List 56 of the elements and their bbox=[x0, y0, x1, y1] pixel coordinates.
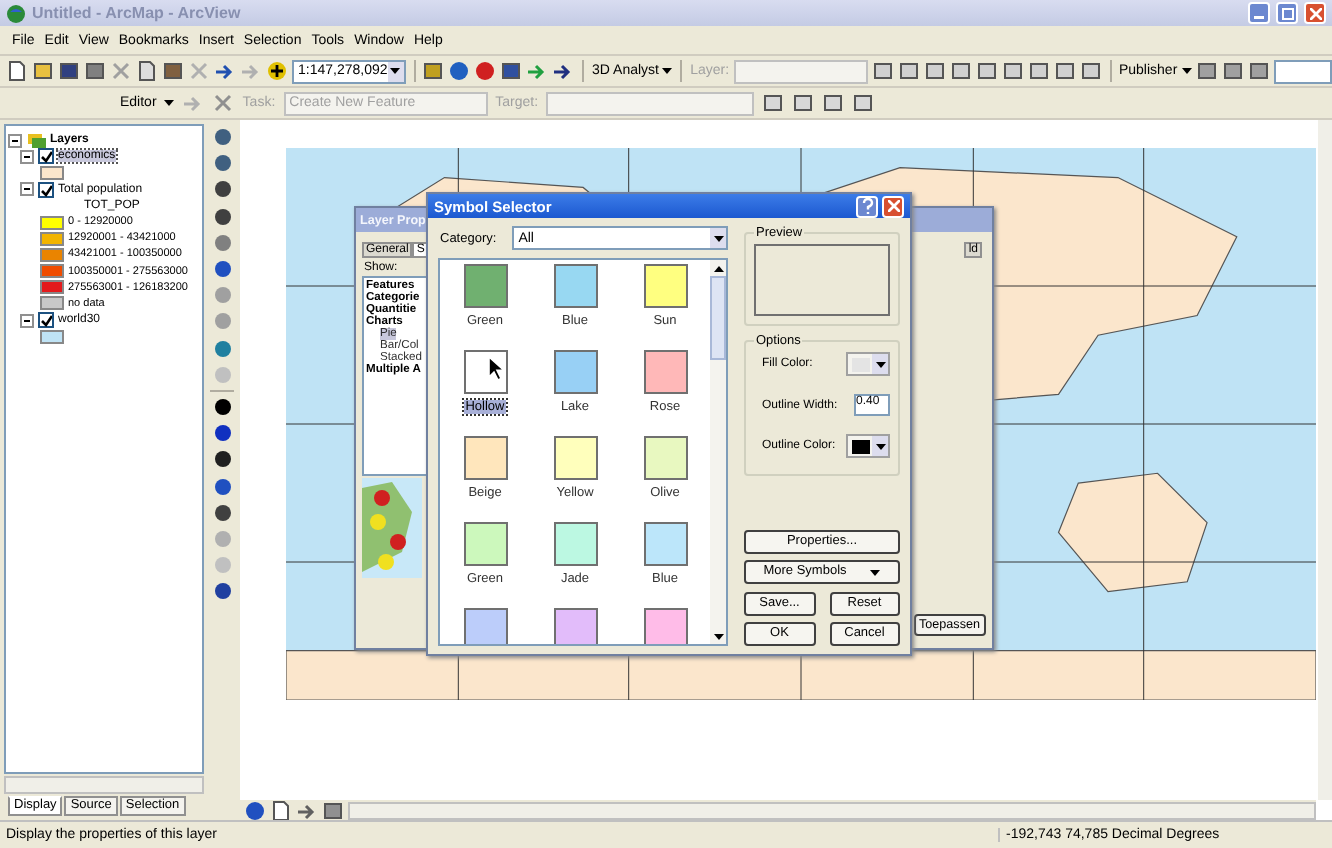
horizontal-scrollbar[interactable] bbox=[4, 776, 204, 794]
layer-checkbox[interactable] bbox=[38, 312, 54, 329]
caret-icon bbox=[870, 569, 881, 575]
caret-icon bbox=[1181, 68, 1192, 74]
symbol-swatch[interactable] bbox=[643, 350, 687, 394]
symbol-swatch[interactable] bbox=[643, 608, 687, 644]
add-data-icon[interactable] bbox=[266, 60, 288, 82]
caret-icon bbox=[662, 68, 673, 74]
help-icon bbox=[861, 198, 873, 214]
caret-icon bbox=[713, 633, 723, 639]
symbol-swatch[interactable] bbox=[463, 608, 507, 644]
mouse-pointer-icon bbox=[488, 356, 506, 382]
caret-icon bbox=[713, 265, 723, 271]
fill-color-button[interactable] bbox=[846, 352, 890, 376]
symbol-swatch[interactable] bbox=[553, 608, 597, 644]
symbol-preview bbox=[754, 244, 890, 316]
window-title: Untitled - ArcMap - ArcView bbox=[32, 4, 241, 22]
symbol-swatch[interactable] bbox=[463, 522, 507, 566]
symbol-swatch[interactable] bbox=[553, 436, 597, 480]
vertical-scrollbar[interactable] bbox=[710, 260, 726, 644]
caret-icon bbox=[164, 100, 175, 106]
toolbar-combobox[interactable] bbox=[1273, 59, 1332, 83]
close-button[interactable] bbox=[1304, 2, 1326, 24]
outline-color-button[interactable] bbox=[846, 434, 890, 458]
symbol-swatch[interactable] bbox=[643, 436, 687, 480]
symbol-swatch[interactable] bbox=[643, 264, 687, 308]
symbol-swatch[interactable] bbox=[553, 522, 597, 566]
caret-icon bbox=[390, 68, 401, 74]
caret-icon bbox=[875, 443, 885, 449]
symbol-swatch[interactable] bbox=[553, 264, 597, 308]
minimize-button[interactable] bbox=[1248, 2, 1270, 24]
maximize-icon bbox=[1281, 7, 1293, 19]
collapse-icon[interactable] bbox=[20, 149, 34, 164]
circle-icon[interactable] bbox=[474, 60, 497, 82]
new-document-icon[interactable] bbox=[6, 60, 28, 82]
close-icon bbox=[1309, 7, 1321, 19]
chart-map-thumbnail-drawing bbox=[362, 478, 422, 578]
collapse-icon[interactable] bbox=[20, 313, 34, 328]
layer-checkbox[interactable] bbox=[38, 148, 54, 165]
close-icon bbox=[887, 200, 899, 212]
collapse-icon[interactable] bbox=[20, 182, 34, 197]
symbol-swatch[interactable] bbox=[643, 522, 687, 566]
layers-icon bbox=[26, 131, 46, 150]
help-button[interactable] bbox=[856, 195, 878, 217]
copy-icon[interactable] bbox=[136, 60, 158, 82]
horizontal-scrollbar[interactable] bbox=[348, 801, 1316, 819]
close-button[interactable] bbox=[882, 195, 904, 217]
scrollbar-thumb[interactable] bbox=[710, 276, 726, 360]
maximize-button[interactable] bbox=[1276, 2, 1298, 24]
symbol-swatch[interactable] bbox=[463, 264, 507, 308]
layer-checkbox[interactable] bbox=[38, 181, 54, 198]
vertical-scrollbar[interactable] bbox=[1318, 120, 1332, 800]
collapse-icon[interactable] bbox=[8, 133, 22, 148]
symbol-swatch[interactable] bbox=[463, 436, 507, 480]
symbol-swatch[interactable] bbox=[553, 350, 597, 394]
caret-icon bbox=[875, 361, 885, 367]
